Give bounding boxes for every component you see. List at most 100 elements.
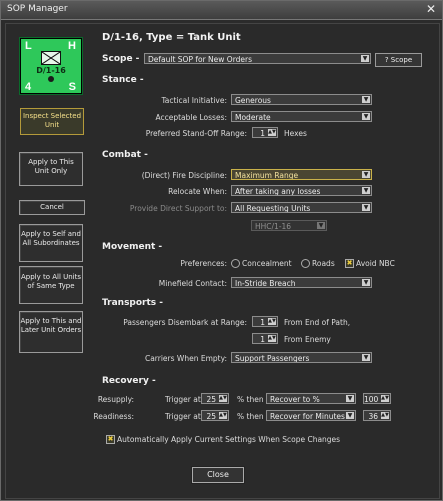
preferences-label: Preferences: — [180, 259, 227, 268]
combat-title: Combat - — [102, 150, 148, 160]
minefield-label: Minefield Contact: — [158, 279, 227, 288]
spinner-arrows-icon[interactable]: ▲▼ — [268, 129, 276, 136]
badge-dot-icon — [48, 76, 54, 82]
resupply-target-stepper[interactable]: 100 ▲▼ — [363, 393, 391, 404]
readiness-action-dropdown[interactable]: Recover for Minutes ▼ — [266, 410, 356, 421]
standoff-range-stepper[interactable]: 1 ▲▼ — [252, 127, 278, 138]
badge-corner-br: S — [68, 81, 76, 93]
standoff-range-label: Preferred Stand-Off Range: — [145, 129, 247, 138]
badge-corner-tl: L — [25, 40, 32, 52]
readiness-target-stepper[interactable]: 36 ▲▼ — [363, 410, 391, 421]
direct-support-dropdown[interactable]: All Requesting Units ▼ — [231, 202, 372, 213]
badge-unit-label: D/1-16 — [36, 66, 66, 75]
carriers-dropdown[interactable]: Support Passengers ▼ — [231, 352, 372, 363]
roads-label: Roads — [312, 259, 335, 268]
readiness-target-value: 36 — [368, 412, 378, 421]
inspect-selected-unit-button[interactable]: Inspect Selected Unit — [20, 108, 84, 135]
fire-discipline-dropdown[interactable]: Maximum Range ▼ — [231, 169, 372, 180]
acceptable-losses-label: Acceptable Losses: — [155, 113, 228, 122]
scope-dropdown[interactable]: Default SOP for New Orders ▼ — [144, 53, 371, 64]
resupply-trigger-value: 25 — [206, 395, 216, 404]
badge-corner-bl: 4 — [25, 81, 32, 93]
direct-support-label: Provide Direct Support to: — [129, 204, 227, 213]
direct-support-value: All Requesting Units — [235, 204, 311, 213]
stance-title: Stance - — [102, 75, 144, 85]
spinner-arrows-icon[interactable]: ▲▼ — [268, 318, 276, 325]
spinner-arrows-icon[interactable]: ▲▼ — [381, 412, 389, 419]
tactical-initiative-label: Tactical Initiative: — [161, 96, 227, 105]
tactical-initiative-dropdown[interactable]: Generous ▼ — [231, 94, 372, 105]
carriers-value: Support Passengers — [235, 354, 310, 363]
apply-this-unit-button[interactable]: Apply to This Unit Only — [19, 152, 83, 186]
spinner-arrows-icon[interactable]: ▲▼ — [219, 395, 227, 402]
roads-radio[interactable] — [301, 259, 310, 268]
armor-symbol-icon — [41, 51, 61, 65]
avoid-nbc-checkbox[interactable]: ✖ — [345, 259, 354, 268]
minefield-value: In-Stride Breach — [235, 279, 296, 288]
spinner-arrows-icon[interactable]: ▲▼ — [219, 412, 227, 419]
acceptable-losses-dropdown[interactable]: Moderate ▼ — [231, 111, 372, 122]
disembark-enemy-value: 1 — [260, 335, 265, 344]
disembark-label: Passengers Disembark at Range: — [123, 318, 247, 327]
concealment-label: Concealment — [242, 259, 292, 268]
support-unit-value: HHC/1-16 — [255, 222, 292, 231]
relocate-value: After taking any losses — [235, 187, 321, 196]
readiness-action-value: Recover for Minutes — [270, 412, 345, 421]
apply-self-subordinates-button[interactable]: Apply to Self and All Subordinates — [19, 224, 83, 262]
readiness-trigger-value: 25 — [206, 412, 216, 421]
minefield-dropdown[interactable]: In-Stride Breach ▼ — [231, 277, 372, 288]
disembark-enemy-stepper[interactable]: 1 ▲▼ — [252, 333, 278, 344]
resupply-action-value: Recover to % — [270, 395, 320, 404]
spinner-arrows-icon[interactable]: ▲▼ — [268, 335, 276, 342]
disembark-path-stepper[interactable]: 1 ▲▼ — [252, 316, 278, 327]
close-icon[interactable]: ✕ — [426, 2, 436, 16]
auto-apply-checkbox[interactable]: ✖ — [106, 435, 115, 444]
recovery-title: Recovery - — [102, 376, 156, 386]
chevron-down-icon: ▼ — [346, 395, 354, 402]
standoff-unit-label: Hexes — [284, 129, 307, 138]
apply-later-orders-button[interactable]: Apply to This and Later Unit Orders — [19, 311, 83, 353]
chevron-down-icon: ▼ — [362, 204, 370, 211]
fire-discipline-label: (Direct) Fire Discipline: — [141, 171, 227, 180]
resupply-trigger-stepper[interactable]: 25 ▲▼ — [201, 393, 229, 404]
carriers-label: Carriers When Empty: — [144, 354, 227, 363]
chevron-down-icon: ▼ — [317, 222, 325, 229]
scope-help-button[interactable]: ? Scope — [375, 53, 422, 67]
resupply-action-dropdown[interactable]: Recover to % ▼ — [266, 393, 356, 404]
standoff-range-value: 1 — [260, 129, 265, 138]
chevron-down-icon: ▼ — [362, 279, 370, 286]
tactical-initiative-value: Generous — [235, 96, 271, 105]
readiness-trigger-stepper[interactable]: 25 ▲▼ — [201, 410, 229, 421]
disembark-path-value: 1 — [260, 318, 265, 327]
readiness-label: Readiness: — [93, 412, 134, 421]
resupply-pct-then: % then — [237, 395, 264, 404]
avoid-nbc-label: Avoid NBC — [356, 259, 395, 268]
spinner-arrows-icon[interactable]: ▲▼ — [381, 395, 389, 402]
window-title: SOP Manager — [7, 4, 68, 14]
chevron-down-icon: ▼ — [361, 55, 369, 62]
chevron-down-icon: ▼ — [362, 187, 370, 194]
scope-value: Default SOP for New Orders — [148, 55, 253, 64]
resupply-target-value: 100 — [364, 395, 379, 404]
chevron-down-icon: ▼ — [362, 171, 370, 178]
transports-title: Transports - — [102, 298, 164, 308]
apply-same-type-button[interactable]: Apply to All Units of Same Type — [19, 266, 83, 304]
chevron-down-icon: ▼ — [362, 96, 370, 103]
sop-manager-window: SOP Manager ✕ L H D/1-16 4 S Inspect Sel… — [0, 0, 443, 501]
support-unit-dropdown: HHC/1-16 ▼ — [251, 220, 327, 231]
relocate-label: Relocate When: — [168, 187, 227, 196]
unit-badge-icon: L H D/1-16 4 S — [19, 37, 83, 95]
readiness-trigger-at: Trigger at — [165, 412, 201, 421]
enemy-suffix-label: From Enemy — [284, 335, 331, 344]
title-bar[interactable]: SOP Manager ✕ — [1, 1, 442, 20]
readiness-pct-then: % then — [237, 412, 264, 421]
close-button[interactable]: Close — [192, 467, 244, 483]
relocate-dropdown[interactable]: After taking any losses ▼ — [231, 185, 372, 196]
chevron-down-icon: ▼ — [346, 412, 354, 419]
concealment-radio[interactable] — [231, 259, 240, 268]
cancel-button[interactable]: Cancel — [19, 200, 85, 215]
badge-corner-tr: H — [68, 40, 76, 52]
scope-label: Scope - — [102, 54, 140, 64]
chevron-down-icon: ▼ — [362, 113, 370, 120]
movement-title: Movement - — [102, 242, 163, 252]
